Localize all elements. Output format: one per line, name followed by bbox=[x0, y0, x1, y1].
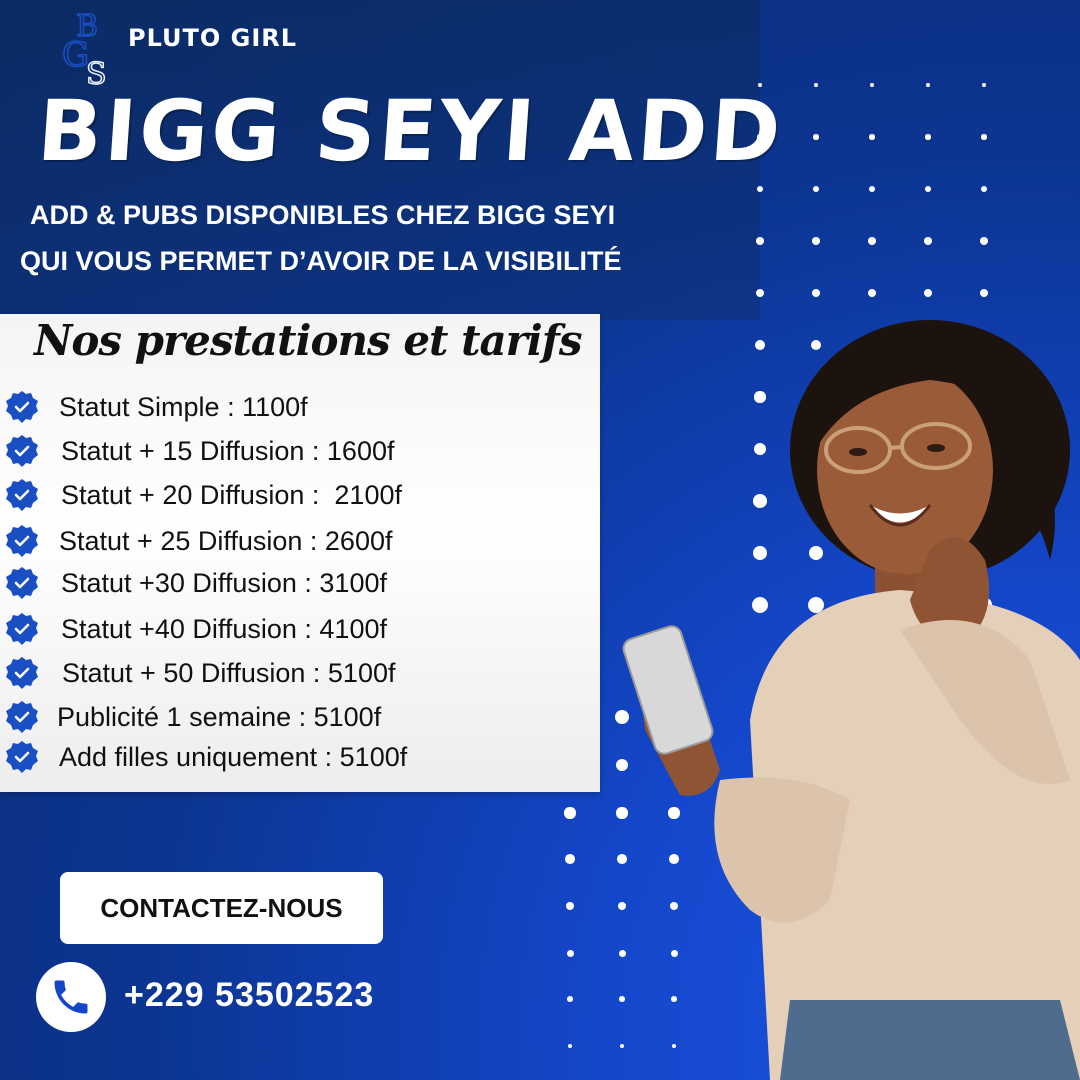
contact-us-button[interactable]: CONTACTEZ-NOUS bbox=[60, 872, 383, 944]
decorative-dot bbox=[565, 854, 575, 864]
decorative-dot bbox=[926, 83, 930, 87]
pricing-item: Publicité 1 semaine : 5100f bbox=[0, 700, 381, 734]
decorative-dot bbox=[870, 83, 874, 87]
brand-logo: B G S bbox=[61, 8, 107, 88]
subtitle-line-2: QUI VOUS PERMET D’AVOIR DE LA VISIBILITÉ bbox=[20, 246, 622, 276]
decorative-dot bbox=[567, 996, 573, 1002]
pricing-item: Statut + 25 Diffusion : 2600f bbox=[0, 524, 392, 558]
decorative-dot bbox=[924, 185, 932, 193]
pricing-item-label: Statut +30 Diffusion : 3100f bbox=[61, 567, 387, 598]
decorative-dot bbox=[868, 237, 876, 245]
pricing-item-label: Statut + 20 Diffusion : 2100f bbox=[61, 479, 402, 510]
decorative-dot bbox=[867, 288, 877, 298]
check-badge-icon bbox=[5, 524, 39, 558]
pricing-item-label: Statut Simple : 1100f bbox=[59, 391, 308, 422]
decorative-dot bbox=[811, 288, 821, 298]
decorative-dot bbox=[923, 288, 933, 298]
pricing-panel: Nos prestations et tarifs Statut Simple … bbox=[0, 314, 600, 792]
decorative-dot bbox=[814, 83, 818, 87]
pricing-item-label: Add filles uniquement : 5100f bbox=[59, 741, 408, 772]
decorative-dot bbox=[868, 185, 876, 193]
pricing-item-label: Statut + 50 Diffusion : 5100f bbox=[62, 657, 396, 688]
check-badge-icon bbox=[5, 700, 39, 734]
decorative-dot bbox=[980, 185, 988, 193]
pricing-item-label: Statut +40 Diffusion : 4100f bbox=[61, 613, 387, 644]
phone-number[interactable]: +229 53502523 bbox=[124, 976, 374, 1015]
pricing-item: Statut +30 Diffusion : 3100f bbox=[0, 566, 387, 600]
check-badge-icon bbox=[5, 740, 39, 774]
decorative-dot bbox=[981, 134, 987, 140]
pricing-item: Statut + 20 Diffusion : 2100f bbox=[0, 478, 402, 512]
decorative-dot bbox=[812, 237, 820, 245]
phone-icon[interactable] bbox=[36, 962, 106, 1032]
check-badge-icon bbox=[5, 478, 39, 512]
subtitle-line-1: ADD & PUBS DISPONIBLES CHEZ BIGG SEYI bbox=[30, 200, 616, 230]
pricing-item-label: Publicité 1 semaine : 5100f bbox=[57, 701, 382, 732]
pricing-title: Nos prestations et tarifs bbox=[34, 316, 582, 365]
woman-with-phone-illustration bbox=[622, 320, 1080, 1080]
decorative-dot bbox=[924, 237, 932, 245]
pricing-item-label: Statut + 15 Diffusion : 1600f bbox=[61, 435, 395, 466]
decorative-dot bbox=[567, 1043, 573, 1049]
headline: BIGG SEYI ADD bbox=[34, 82, 787, 180]
check-badge-icon bbox=[5, 656, 39, 690]
decorative-dot bbox=[979, 288, 989, 298]
pricing-item: Statut + 50 Diffusion : 5100f bbox=[0, 656, 395, 690]
check-badge-icon bbox=[5, 566, 39, 600]
decorative-dot bbox=[812, 185, 820, 193]
decorative-dot bbox=[869, 134, 875, 140]
decorative-dot bbox=[982, 83, 986, 87]
pricing-item: Statut Simple : 1100f bbox=[0, 390, 308, 424]
decorative-dot bbox=[566, 949, 574, 957]
pricing-item: Statut +40 Diffusion : 4100f bbox=[0, 612, 387, 646]
check-badge-icon bbox=[5, 612, 39, 646]
pricing-item-label: Statut + 25 Diffusion : 2600f bbox=[59, 525, 393, 556]
check-badge-icon bbox=[5, 390, 39, 424]
brand-name: PLUTO GIRL bbox=[128, 24, 298, 52]
pricing-item: Add filles uniquement : 5100f bbox=[0, 740, 407, 774]
decorative-dot bbox=[755, 288, 765, 298]
decorative-dot bbox=[564, 807, 576, 819]
decorative-dot bbox=[756, 185, 764, 193]
decorative-dot bbox=[813, 134, 819, 140]
pricing-item: Statut + 15 Diffusion : 1600f bbox=[0, 434, 394, 468]
check-badge-icon bbox=[5, 434, 39, 468]
decorative-dot bbox=[925, 134, 931, 140]
decorative-dot bbox=[980, 237, 988, 245]
decorative-dot bbox=[565, 901, 575, 911]
decorative-dot bbox=[756, 237, 764, 245]
